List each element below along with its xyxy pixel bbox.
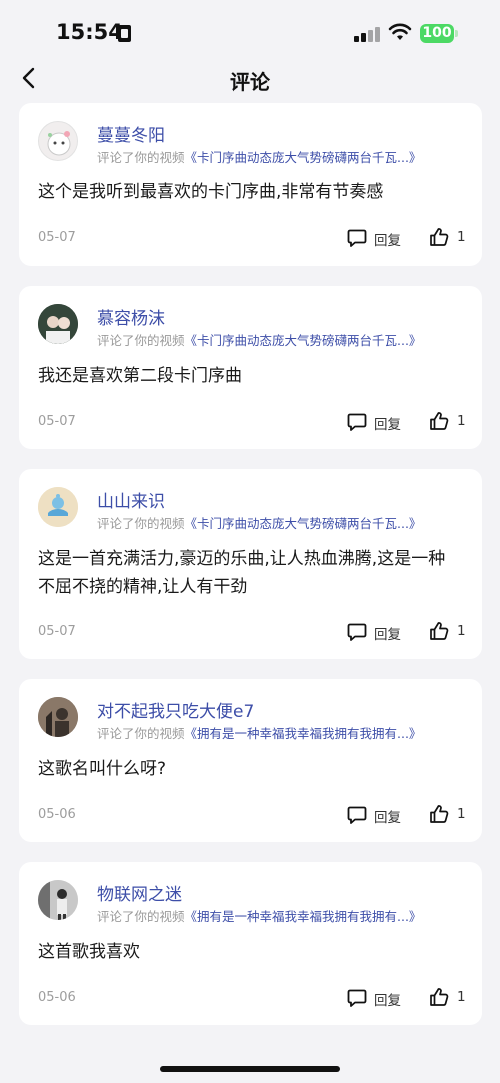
avatar[interactable] <box>38 697 78 737</box>
comment-text: 这首歌我喜欢 <box>38 942 140 962</box>
comment-date: 05-07 <box>38 624 76 639</box>
reply-label: 回复 <box>374 233 401 249</box>
comment-card[interactable]: 山山来识 评论了你的视频《卡门序曲动态庞大气势磅礴两台千瓦...》 这是一首充满… <box>19 469 482 659</box>
video-link[interactable]: 《卡门序曲动态庞大气势磅礴两台千瓦...》 <box>185 150 422 165</box>
comment-bubble-icon <box>347 229 367 247</box>
reply-label: 回复 <box>374 417 401 433</box>
video-link[interactable]: 《卡门序曲动态庞大气势磅礴两台千瓦...》 <box>185 516 422 531</box>
status-time: 15:54 <box>56 20 123 44</box>
video-link[interactable]: 《拥有是一种幸福我幸福我拥有我拥有...》 <box>185 726 422 741</box>
comment-bubble-icon <box>347 806 367 824</box>
battery-icon: 100 <box>420 24 458 43</box>
avatar[interactable] <box>38 487 78 527</box>
comment-meta: 评论了你的视频《拥有是一种幸福我幸福我拥有我拥有...》 <box>97 906 421 925</box>
like-count: 1 <box>457 806 466 822</box>
home-indicator[interactable] <box>160 1066 340 1072</box>
comment-text: 这歌名叫什么呀? <box>38 759 167 779</box>
thumbs-up-icon <box>430 622 449 640</box>
cellular-signal-icon <box>354 25 380 42</box>
like-count: 1 <box>457 413 466 429</box>
username[interactable]: 对不起我只吃大便e7 <box>97 697 254 722</box>
comment-bubble-icon <box>347 989 367 1007</box>
sim-card-icon <box>118 25 131 42</box>
avatar[interactable] <box>38 304 78 344</box>
username[interactable]: 蔓蔓冬阳 <box>97 121 165 146</box>
comment-text: 这个是我听到最喜欢的卡门序曲,非常有节奏感 <box>38 182 384 202</box>
meta-prefix: 评论了你的视频 <box>97 150 185 165</box>
comment-card[interactable]: 对不起我只吃大便e7 评论了你的视频《拥有是一种幸福我幸福我拥有我拥有...》 … <box>19 679 482 842</box>
comment-meta: 评论了你的视频《卡门序曲动态庞大气势磅礴两台千瓦...》 <box>97 513 421 532</box>
comment-text: 这是一首充满活力,豪迈的乐曲,让人热血沸腾,这是一种不屈不挠的精神,让人有干劲 <box>38 549 446 597</box>
thumbs-up-icon <box>430 412 449 430</box>
comment-card[interactable]: 蔓蔓冬阳 评论了你的视频《卡门序曲动态庞大气势磅礴两台千瓦...》 这个是我听到… <box>19 103 482 266</box>
comment-bubble-icon <box>347 623 367 641</box>
like-count: 1 <box>457 989 466 1005</box>
status-bar: 15:54 100 <box>0 0 500 60</box>
reply-label: 回复 <box>374 993 401 1009</box>
comment-date: 05-06 <box>38 990 76 1005</box>
reply-label: 回复 <box>374 810 401 826</box>
reply-label: 回复 <box>374 627 401 643</box>
comment-text: 我还是喜欢第二段卡门序曲 <box>38 366 242 386</box>
video-link[interactable]: 《卡门序曲动态庞大气势磅礴两台千瓦...》 <box>185 333 422 348</box>
comment-card[interactable]: 慕容杨沫 评论了你的视频《卡门序曲动态庞大气势磅礴两台千瓦...》 我还是喜欢第… <box>19 286 482 449</box>
username[interactable]: 物联网之迷 <box>97 880 182 905</box>
nav-bar: 评论 <box>0 60 500 100</box>
comment-meta: 评论了你的视频《卡门序曲动态庞大气势磅礴两台千瓦...》 <box>97 147 421 166</box>
comment-card[interactable]: 物联网之迷 评论了你的视频《拥有是一种幸福我幸福我拥有我拥有...》 这首歌我喜… <box>19 862 482 1025</box>
thumbs-up-icon <box>430 988 449 1006</box>
comment-meta: 评论了你的视频《卡门序曲动态庞大气势磅礴两台千瓦...》 <box>97 330 421 349</box>
username[interactable]: 山山来识 <box>97 487 165 512</box>
wifi-icon <box>388 23 412 40</box>
comment-date: 05-07 <box>38 230 76 245</box>
username[interactable]: 慕容杨沫 <box>97 304 165 329</box>
avatar[interactable] <box>38 121 78 161</box>
page-title: 评论 <box>230 70 270 94</box>
like-count: 1 <box>457 229 466 245</box>
meta-prefix: 评论了你的视频 <box>97 333 185 348</box>
comment-date: 05-07 <box>38 414 76 429</box>
thumbs-up-icon <box>430 805 449 823</box>
meta-prefix: 评论了你的视频 <box>97 516 185 531</box>
comment-meta: 评论了你的视频《拥有是一种幸福我幸福我拥有我拥有...》 <box>97 723 421 742</box>
like-count: 1 <box>457 623 466 639</box>
meta-prefix: 评论了你的视频 <box>97 726 185 741</box>
comment-bubble-icon <box>347 413 367 431</box>
comment-date: 05-06 <box>38 807 76 822</box>
meta-prefix: 评论了你的视频 <box>97 909 185 924</box>
avatar[interactable] <box>38 880 78 920</box>
video-link[interactable]: 《拥有是一种幸福我幸福我拥有我拥有...》 <box>185 909 422 924</box>
thumbs-up-icon <box>430 228 449 246</box>
